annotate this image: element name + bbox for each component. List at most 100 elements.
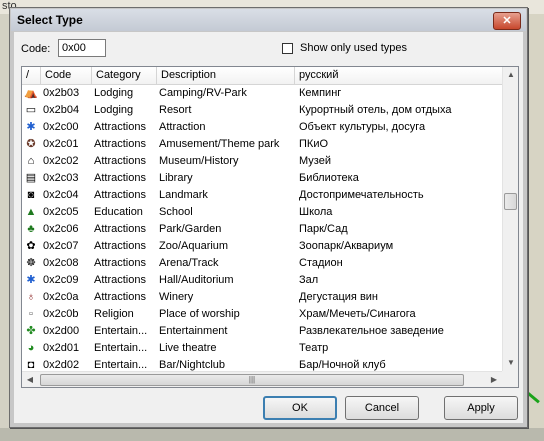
column-header-russian[interactable]: русский (295, 67, 502, 84)
close-icon: ✕ (502, 15, 512, 27)
list-item[interactable]: ⛺ 0x2b03 Lodging Camping/RV-Park Кемпинг (22, 85, 502, 102)
tree-icon: ♣ (27, 223, 35, 235)
row-category: Attractions (94, 138, 146, 150)
list-item[interactable]: ◕ 0x2d01 Entertain... Live theatre Театр (22, 340, 502, 357)
row-description: Camping/RV-Park (159, 87, 247, 99)
camping-icon: ⛺ (24, 87, 38, 99)
row-category: Education (94, 206, 143, 218)
list-item[interactable]: ▲ 0x2c05 Education School Школа (22, 204, 502, 221)
sort-icon: / (26, 69, 30, 81)
row-description: Resort (159, 104, 192, 116)
show-used-label[interactable]: Show only used types (300, 42, 407, 54)
camera-icon: ◙ (27, 189, 35, 201)
row-code: 0x2b03 (43, 87, 80, 99)
list-item[interactable]: ▫ 0x2c0b Religion Place of worship Храм/Мече… (22, 306, 502, 323)
horizontal-scroll-thumb[interactable]: ||| (40, 374, 464, 386)
list-item[interactable]: ▭ 0x2b04 Lodging Resort Курортный отель, дом… (22, 102, 502, 119)
row-russian: Достопримечательность (299, 189, 424, 201)
row-description: Hall/Auditorium (159, 274, 234, 286)
close-button[interactable]: ✕ (493, 12, 521, 30)
row-code: 0x2c01 (43, 138, 79, 150)
wine-glass-icon: ♁ (26, 291, 36, 303)
row-description: Park/Garden (159, 223, 222, 235)
row-russian: Объект культуры, досуга (299, 121, 426, 133)
row-category: Attractions (94, 121, 146, 133)
list-item[interactable]: ✤ 0x2d00 Entertain... Entertainment Развлека… (22, 323, 502, 340)
ok-button[interactable]: OK (263, 396, 337, 420)
row-description: Place of worship (159, 308, 240, 320)
row-category: Lodging (94, 104, 134, 116)
show-used-checkbox[interactable] (282, 43, 293, 54)
code-input[interactable] (58, 39, 106, 57)
vertical-scrollbar[interactable]: ▲ ▼ (502, 67, 518, 371)
column-header-icon[interactable]: / (22, 67, 41, 84)
scroll-down-icon[interactable]: ▼ (503, 355, 518, 371)
row-russian: Парк/Сад (299, 223, 348, 235)
type-list[interactable]: / Code Category Description русский ⛺ 0x2… (21, 66, 519, 388)
arena-icon: ☸ (26, 257, 36, 269)
horizontal-scrollbar[interactable]: ◀ ||| ▶ (22, 371, 502, 387)
row-description: Museum/History (159, 155, 239, 167)
school-icon: ▲ (25, 206, 37, 218)
row-category: Attractions (94, 189, 146, 201)
row-russian: Храм/Мечеть/Синагога (299, 308, 416, 320)
row-russian: Стадион (299, 257, 343, 269)
list-item[interactable]: ▤ 0x2c03 Attractions Library Библиотека (22, 170, 502, 187)
title-bar[interactable]: Select Type ✕ (11, 9, 526, 31)
row-code: 0x2c00 (43, 121, 79, 133)
list-header: / Code Category Description русский (22, 67, 502, 85)
row-category: Attractions (94, 274, 146, 286)
row-russian: Театр (299, 342, 329, 354)
row-code: 0x2c07 (43, 240, 79, 252)
row-category: Entertain... (94, 325, 148, 337)
list-item[interactable]: ✿ 0x2c07 Attractions Zoo/Aquarium Зоопарк/Ак… (22, 238, 502, 255)
attraction-icon: ✱ (26, 121, 36, 133)
worship-icon: ▫ (29, 308, 33, 320)
row-code: 0x2c02 (43, 155, 79, 167)
select-type-dialog: Select Type ✕ Code: Show only used types… (9, 7, 528, 428)
list-item[interactable]: ✱ 0x2c00 Attractions Attraction Объект культ… (22, 119, 502, 136)
row-category: Lodging (94, 87, 134, 99)
column-header-category[interactable]: Category (92, 67, 157, 84)
row-category: Entertain... (94, 342, 148, 354)
row-code: 0x2d01 (43, 342, 80, 354)
row-code: 0x2c04 (43, 189, 79, 201)
scrollbar-corner (502, 371, 518, 387)
list-item[interactable]: ♣ 0x2c06 Attractions Park/Garden Парк/Сад (22, 221, 502, 238)
apply-button[interactable]: Apply (444, 396, 518, 420)
row-russian: Кемпинг (299, 87, 342, 99)
scroll-up-icon[interactable]: ▲ (503, 67, 518, 83)
row-description: Library (159, 172, 193, 184)
row-description: Amusement/Theme park (159, 138, 280, 150)
scroll-right-icon[interactable]: ▶ (486, 372, 502, 387)
column-header-description[interactable]: Description (157, 67, 295, 84)
row-category: Attractions (94, 291, 146, 303)
column-header-code[interactable]: Code (41, 67, 92, 84)
list-item[interactable]: ✱ 0x2c09 Attractions Hall/Auditorium Зал (22, 272, 502, 289)
background-app-bottom (0, 428, 544, 441)
row-category: Religion (94, 308, 134, 320)
list-item[interactable]: ♁ 0x2c0a Attractions Winery Дегустация вин (22, 289, 502, 306)
row-code: 0x2d00 (43, 325, 80, 337)
row-description: Winery (159, 291, 194, 303)
dialog-body: Code: Show only used types / Code Catego… (14, 32, 523, 423)
vertical-scroll-thumb[interactable] (504, 193, 517, 210)
row-code: 0x2c09 (43, 274, 79, 286)
row-description: Landmark (159, 189, 208, 201)
row-code: 0x2c08 (43, 257, 79, 269)
list-item[interactable]: ☸ 0x2c08 Attractions Arena/Track Стадион (22, 255, 502, 272)
row-code: 0x2c06 (43, 223, 79, 235)
row-russian: Курортный отель, дом отдыха (299, 104, 452, 116)
row-category: Attractions (94, 240, 146, 252)
code-label: Code: (21, 43, 51, 55)
row-code: 0x2c0b (43, 308, 79, 320)
row-russian: Школа (299, 206, 333, 218)
row-description: Entertainment (159, 325, 228, 337)
row-description: Live theatre (159, 342, 217, 354)
cancel-button[interactable]: Cancel (345, 396, 419, 420)
list-item[interactable]: ✪ 0x2c01 Attractions Amusement/Theme park ПК… (22, 136, 502, 153)
row-description: Zoo/Aquarium (159, 240, 229, 252)
list-item[interactable]: ⌂ 0x2c02 Attractions Museum/History Музей (22, 153, 502, 170)
list-item[interactable]: ◙ 0x2c04 Attractions Landmark Достопримечате… (22, 187, 502, 204)
scroll-left-icon[interactable]: ◀ (22, 372, 38, 387)
